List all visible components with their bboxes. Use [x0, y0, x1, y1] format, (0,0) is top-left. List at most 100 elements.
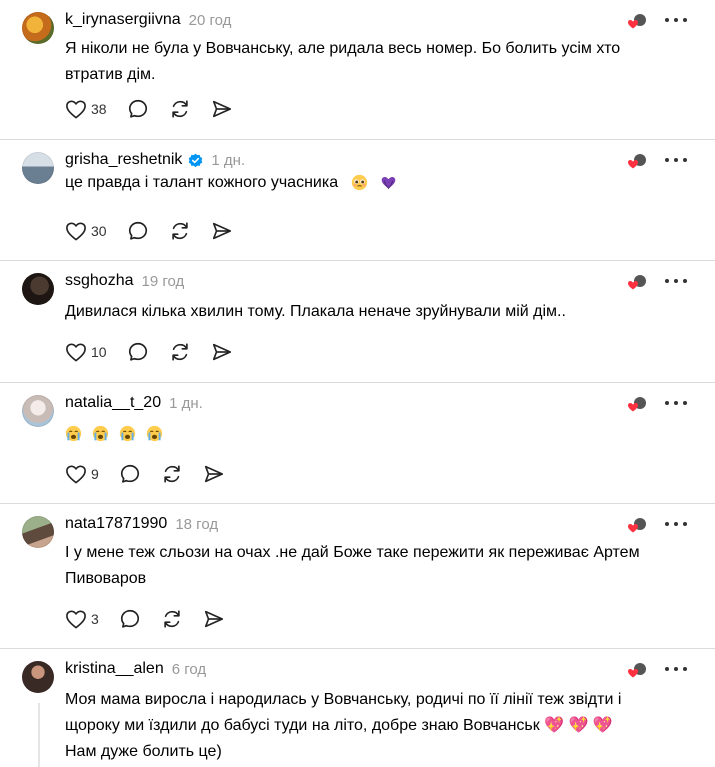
- timestamp[interactable]: 18 год: [175, 516, 218, 533]
- username[interactable]: grisha_reshetnik: [65, 151, 182, 169]
- comment-header: ssghozha 19 год: [65, 271, 184, 291]
- comment-text: Я ніколи не була у Вовчанську, але ридал…: [65, 40, 621, 83]
- more-options-button[interactable]: [665, 152, 687, 168]
- comment-text: Моя мама виросла і народилась у Вовчансь…: [65, 691, 622, 760]
- thread-line: [38, 703, 40, 767]
- like-count: 38: [91, 101, 107, 117]
- comment-actions: 10: [65, 341, 253, 363]
- more-options-button[interactable]: [665, 516, 687, 532]
- send-icon: [204, 610, 223, 628]
- timestamp[interactable]: 20 год: [189, 12, 232, 29]
- like-count: 10: [91, 344, 107, 360]
- reply-button[interactable]: [119, 608, 141, 630]
- more-options-button[interactable]: [665, 12, 687, 28]
- repost-button[interactable]: [169, 98, 191, 120]
- reply-button[interactable]: [127, 341, 149, 363]
- send-icon: [212, 222, 231, 240]
- username[interactable]: kristina__alen: [65, 660, 164, 678]
- send-icon: [212, 343, 231, 361]
- share-button[interactable]: [211, 220, 233, 242]
- reply-bubble-icon: [120, 464, 139, 483]
- avatar[interactable]: [22, 273, 54, 305]
- timestamp[interactable]: 19 год: [142, 273, 185, 290]
- avatar[interactable]: [22, 12, 54, 44]
- repost-icon: [171, 100, 188, 118]
- comment-header: natalia__t_20 1 дн.: [65, 393, 203, 413]
- like-count: 30: [91, 223, 107, 239]
- pleading-face-icon: [351, 175, 367, 191]
- liked-by-author-icon[interactable]: [627, 517, 647, 535]
- more-dots-icon: [665, 667, 669, 671]
- reply-bubble-icon: [128, 221, 147, 240]
- more-options-button[interactable]: [665, 395, 687, 411]
- repost-button[interactable]: [169, 341, 191, 363]
- comment-actions: 30: [65, 220, 253, 242]
- like-button[interactable]: 10: [65, 342, 107, 362]
- avatar[interactable]: [22, 661, 54, 693]
- repost-button[interactable]: [169, 220, 191, 242]
- like-button[interactable]: 9: [65, 464, 99, 484]
- comment-text-body: це правда і талант кожного учасника: [65, 174, 339, 191]
- like-count: 3: [91, 611, 99, 627]
- send-icon: [204, 465, 223, 483]
- comment-text: Дивилася кілька хвилин тому. Плакала нен…: [65, 303, 566, 320]
- comment-actions: 9: [65, 463, 245, 485]
- send-icon: [212, 100, 231, 118]
- liked-by-author-icon[interactable]: [627, 274, 647, 292]
- timestamp[interactable]: 1 дн.: [169, 395, 203, 412]
- comment-item: grisha_reshetnik 1 дн. це правда і талан…: [0, 140, 715, 261]
- liked-by-author-icon[interactable]: [627, 153, 647, 171]
- share-button[interactable]: [203, 463, 225, 485]
- timestamp[interactable]: 1 дн.: [211, 152, 245, 169]
- comment-header: grisha_reshetnik 1 дн.: [65, 150, 245, 170]
- timestamp[interactable]: 6 год: [172, 661, 206, 678]
- comment-item: k_irynasergiivna 20 год Я ніколи не була…: [0, 0, 715, 140]
- purple-heart-hands-icon: [381, 177, 396, 190]
- comment-item: kristina__alen 6 год Моя мама виросла і …: [0, 649, 715, 767]
- repost-icon: [171, 222, 188, 240]
- like-button[interactable]: 3: [65, 609, 99, 629]
- reply-bubble-icon: [120, 609, 139, 628]
- repost-button[interactable]: [161, 608, 183, 630]
- crying-face-icon: [119, 425, 136, 442]
- share-button[interactable]: [203, 608, 225, 630]
- comment-text: це правда і талант кожного учасника: [65, 170, 645, 196]
- crying-face-icon: [65, 425, 82, 442]
- repost-icon: [171, 343, 188, 361]
- heart-outline-icon: [66, 100, 86, 119]
- reply-bubble-icon: [128, 342, 147, 361]
- comment-actions: 3: [65, 608, 245, 630]
- more-options-button[interactable]: [665, 273, 687, 289]
- avatar[interactable]: [22, 152, 54, 184]
- repost-button[interactable]: [161, 463, 183, 485]
- avatar[interactable]: [22, 516, 54, 548]
- crying-face-icon: [146, 425, 163, 442]
- reply-button[interactable]: [127, 220, 149, 242]
- share-button[interactable]: [211, 98, 233, 120]
- reply-button[interactable]: [119, 463, 141, 485]
- share-button[interactable]: [211, 341, 233, 363]
- crying-face-icon: [92, 425, 109, 442]
- reply-button[interactable]: [127, 98, 149, 120]
- like-button[interactable]: 30: [65, 221, 107, 241]
- liked-by-author-icon[interactable]: [627, 13, 647, 31]
- liked-by-author-icon[interactable]: [627, 662, 647, 680]
- reply-bubble-icon: [128, 99, 147, 118]
- repost-icon: [164, 610, 180, 628]
- heart-outline-icon: [66, 465, 86, 484]
- more-options-button[interactable]: [665, 661, 687, 677]
- heart-outline-icon: [66, 343, 86, 362]
- comment-text: І у мене теж сльози на очах .не дай Боже…: [65, 544, 640, 587]
- username[interactable]: ssghozha: [65, 272, 134, 290]
- comment-header: k_irynasergiivna 20 год: [65, 10, 231, 30]
- comment-item: natalia__t_20 1 дн. 9: [0, 383, 715, 504]
- liked-by-author-icon[interactable]: [627, 396, 647, 414]
- heart-outline-icon: [66, 610, 86, 629]
- comment-item: nata17871990 18 год І у мене теж сльози …: [0, 504, 715, 649]
- like-button[interactable]: 38: [65, 99, 107, 119]
- username[interactable]: natalia__t_20: [65, 394, 161, 412]
- avatar[interactable]: [22, 395, 54, 427]
- username[interactable]: nata17871990: [65, 515, 167, 533]
- comment-header: nata17871990 18 год: [65, 514, 218, 534]
- username[interactable]: k_irynasergiivna: [65, 11, 181, 29]
